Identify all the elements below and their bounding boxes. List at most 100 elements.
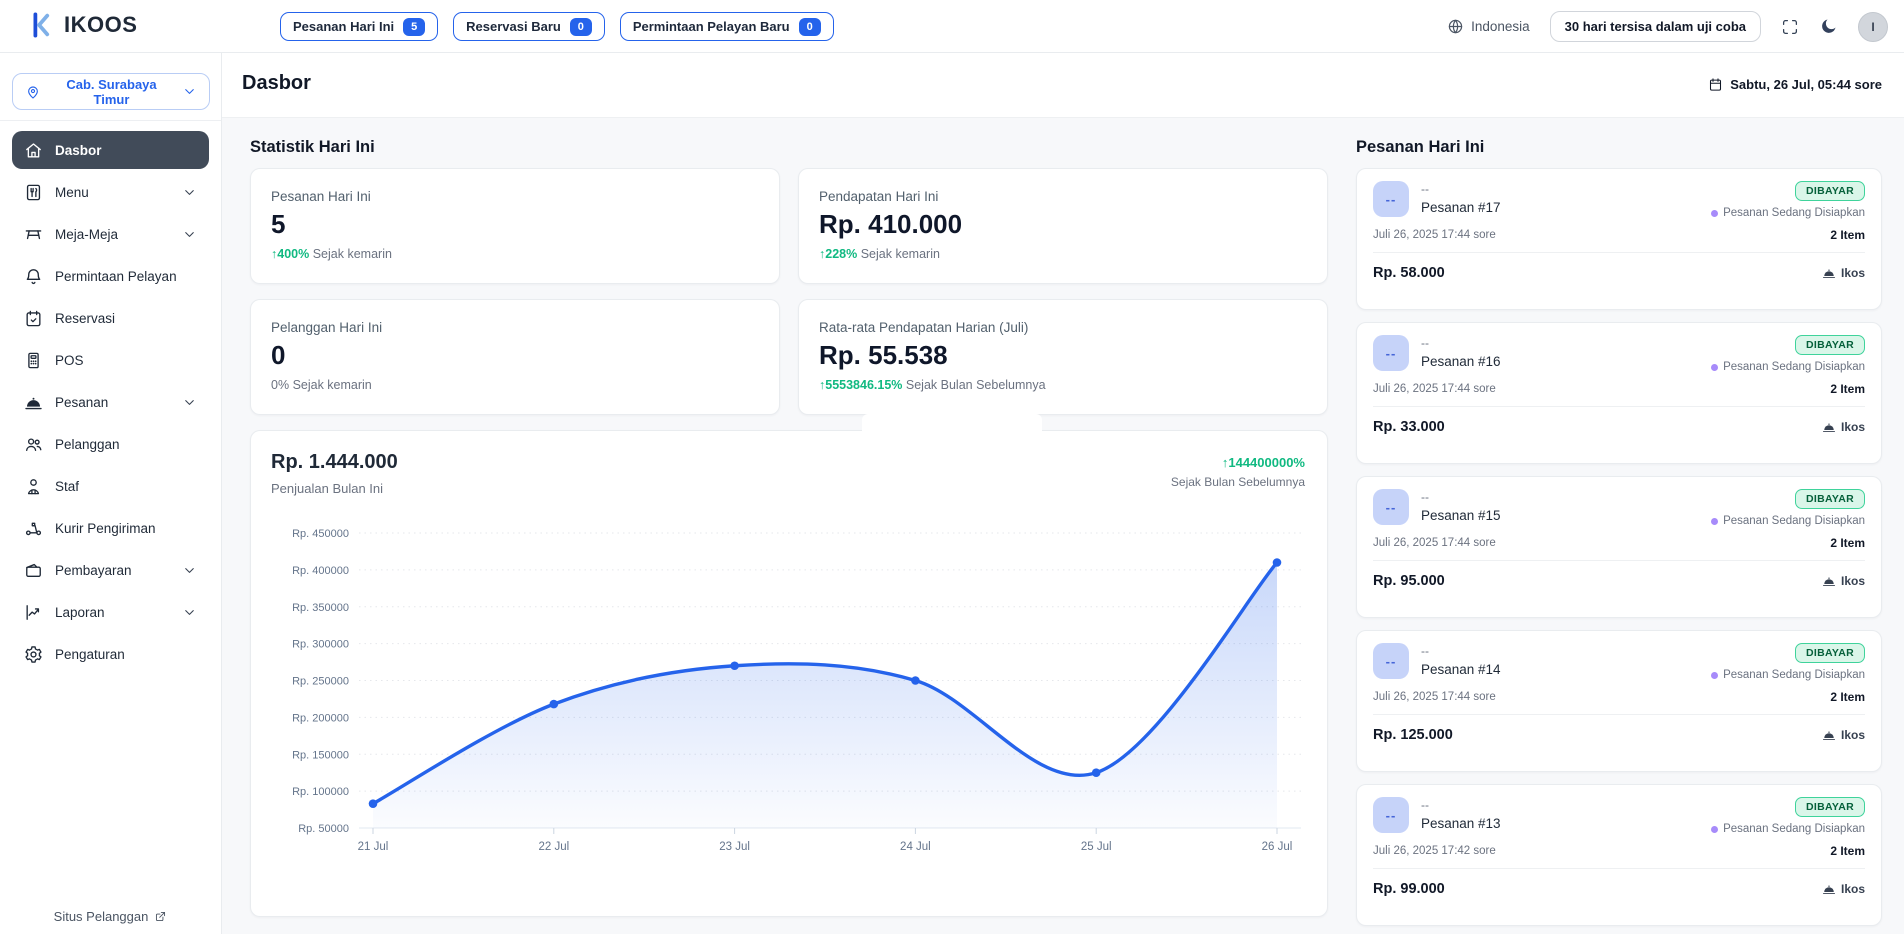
stat-value: 5: [271, 209, 759, 240]
order-number: Pesanan #13: [1421, 816, 1501, 831]
branch-selector[interactable]: Cab. Surabaya Timur: [12, 73, 210, 110]
order-avatar: --: [1373, 335, 1409, 371]
order-customer: --: [1421, 490, 1501, 504]
channel-label: Ikos: [1841, 420, 1865, 434]
scooter-icon: [24, 519, 43, 538]
status-dot-icon: [1711, 672, 1718, 679]
cloche-icon: [1822, 266, 1836, 280]
order-total: Rp. 58.000: [1373, 265, 1445, 281]
sales-line-chart[interactable]: Rp. 450000Rp. 400000Rp. 350000Rp. 300000…: [271, 510, 1309, 868]
location-pin-icon: [25, 84, 41, 100]
sidebar-item-pesanan[interactable]: Pesanan: [12, 383, 209, 421]
sidebar-item-label: Pesanan: [55, 395, 108, 410]
status-dot-icon: [1711, 364, 1718, 371]
order-avatar: --: [1373, 181, 1409, 217]
svg-text:21 Jul: 21 Jul: [358, 841, 389, 853]
orders-heading: Pesanan Hari Ini: [1356, 138, 1882, 158]
sidebar-item-staf[interactable]: Staf: [12, 467, 209, 505]
customer-site-link[interactable]: Situs Pelanggan: [0, 909, 221, 924]
user-avatar[interactable]: I: [1858, 12, 1888, 42]
sidebar-item-label: Dasbor: [55, 143, 102, 158]
new-waiter-requests-count-badge: 0: [799, 18, 821, 36]
order-items: 2 Item: [1830, 228, 1865, 242]
sidebar-item-kurir-pengiriman[interactable]: Kurir Pengiriman: [12, 509, 209, 547]
order-card[interactable]: -- -- Pesanan #15 DIBAYAR Pesanan Sedang…: [1356, 476, 1882, 618]
sidebar-item-pos[interactable]: POS: [12, 341, 209, 379]
dark-mode-toggle[interactable]: [1819, 17, 1838, 36]
sidebar-item-laporan[interactable]: Laporan: [12, 593, 209, 631]
order-total: Rp. 95.000: [1373, 573, 1445, 589]
page-date: Sabtu, 26 Jul, 05:44 sore: [1708, 77, 1882, 92]
svg-text:Rp. 200000: Rp. 200000: [292, 712, 349, 724]
stat-label: Rata-rata Pendapatan Harian (Juli): [819, 320, 1307, 335]
stat-label: Pendapatan Hari Ini: [819, 189, 1307, 204]
order-avatar: --: [1373, 489, 1409, 525]
paid-status-badge: DIBAYAR: [1795, 643, 1865, 663]
sidebar-item-label: Permintaan Pelayan: [55, 269, 177, 284]
stat-card-rata-rata: Rata-rata Pendapatan Harian (Juli) Rp. 5…: [798, 299, 1328, 415]
sidebar-item-dasbor[interactable]: Dasbor: [12, 131, 209, 169]
ikoos-logo-icon: [26, 10, 56, 40]
logo: IKOOS: [26, 10, 137, 40]
cloche-icon: [1822, 574, 1836, 588]
stats-heading: Statistik Hari Ini: [250, 138, 1328, 158]
order-items: 2 Item: [1830, 382, 1865, 396]
cloche-icon: [1822, 420, 1836, 434]
quick-buttons: Pesanan Hari Ini 5 Reservasi Baru 0 Perm…: [280, 12, 834, 41]
new-waiter-requests-label: Permintaan Pelayan Baru: [633, 19, 790, 34]
status-dot-icon: [1711, 210, 1718, 217]
order-prep-status: Pesanan Sedang Disiapkan: [1711, 823, 1865, 835]
delta-value: 5553846.15%: [825, 378, 902, 392]
new-waiter-requests-button[interactable]: Permintaan Pelayan Baru 0: [620, 12, 834, 41]
order-time: Juli 26, 2025 17:44 sore: [1373, 691, 1496, 703]
branch-label: Cab. Surabaya Timur: [49, 77, 174, 107]
sidebar-item-reservasi[interactable]: Reservasi: [12, 299, 209, 337]
sidebar-item-pelanggan[interactable]: Pelanggan: [12, 425, 209, 463]
sidebar-item-pengaturan[interactable]: Pengaturan: [12, 635, 209, 673]
cloche-icon: [1822, 882, 1836, 896]
sidebar-item-pembayaran[interactable]: Pembayaran: [12, 551, 209, 589]
sidebar-item-menu[interactable]: Menu: [12, 173, 209, 211]
stat-value: Rp. 410.000: [819, 209, 1307, 240]
order-channel: Ikos: [1822, 420, 1865, 434]
chart-delta-period: Sejak Bulan Sebelumnya: [1171, 475, 1305, 489]
svg-text:Rp. 100000: Rp. 100000: [292, 786, 349, 798]
chevron-down-icon: [182, 185, 197, 200]
new-reservations-button[interactable]: Reservasi Baru 0: [453, 12, 605, 41]
orders-today-panel: Pesanan Hari Ini -- -- Pesanan #17 DIBAY…: [1356, 138, 1882, 938]
language-selector[interactable]: Indonesia: [1447, 18, 1530, 35]
bell-icon: [24, 267, 43, 286]
new-reservations-label: Reservasi Baru: [466, 19, 561, 34]
svg-text:Rp. 250000: Rp. 250000: [292, 676, 349, 688]
paid-status-badge: DIBAYAR: [1795, 489, 1865, 509]
sidebar-item-permintaan-pelayan[interactable]: Permintaan Pelayan: [12, 257, 209, 295]
sidebar-item-label: Reservasi: [55, 311, 115, 326]
order-card[interactable]: -- -- Pesanan #13 DIBAYAR Pesanan Sedang…: [1356, 784, 1882, 926]
prep-status-label: Pesanan Sedang Disiapkan: [1723, 515, 1865, 527]
fullscreen-button[interactable]: [1781, 18, 1799, 36]
cloche-icon: [1822, 728, 1836, 742]
order-card[interactable]: -- -- Pesanan #14 DIBAYAR Pesanan Sedang…: [1356, 630, 1882, 772]
sidebar-item-label: Meja-Meja: [55, 227, 118, 242]
stat-delta: ↑400% Sejak kemarin: [271, 247, 759, 261]
sidebar-item-meja-meja[interactable]: Meja-Meja: [12, 215, 209, 253]
channel-label: Ikos: [1841, 882, 1865, 896]
orders-today-button[interactable]: Pesanan Hari Ini 5: [280, 12, 438, 41]
new-reservations-count-badge: 0: [570, 18, 592, 36]
svg-text:22 Jul: 22 Jul: [538, 841, 569, 853]
order-card[interactable]: -- -- Pesanan #16 DIBAYAR Pesanan Sedang…: [1356, 322, 1882, 464]
order-number: Pesanan #15: [1421, 508, 1501, 523]
sidebar-item-label: Pembayaran: [55, 563, 132, 578]
chevron-down-icon: [182, 563, 197, 578]
order-card[interactable]: -- -- Pesanan #17 DIBAYAR Pesanan Sedang…: [1356, 168, 1882, 310]
svg-text:Rp. 50000: Rp. 50000: [298, 823, 349, 835]
svg-text:26 Jul: 26 Jul: [1262, 841, 1293, 853]
calendar-icon: [1708, 77, 1723, 92]
calendar-check-icon: [24, 309, 43, 328]
delta-value: 228%: [825, 247, 857, 261]
chart-tooltip-artifact: [862, 414, 1042, 458]
customer-site-label: Situs Pelanggan: [54, 909, 149, 924]
delta-period: Sejak kemarin: [293, 378, 372, 392]
gear-icon: [24, 645, 43, 664]
order-total: Rp. 125.000: [1373, 727, 1453, 743]
